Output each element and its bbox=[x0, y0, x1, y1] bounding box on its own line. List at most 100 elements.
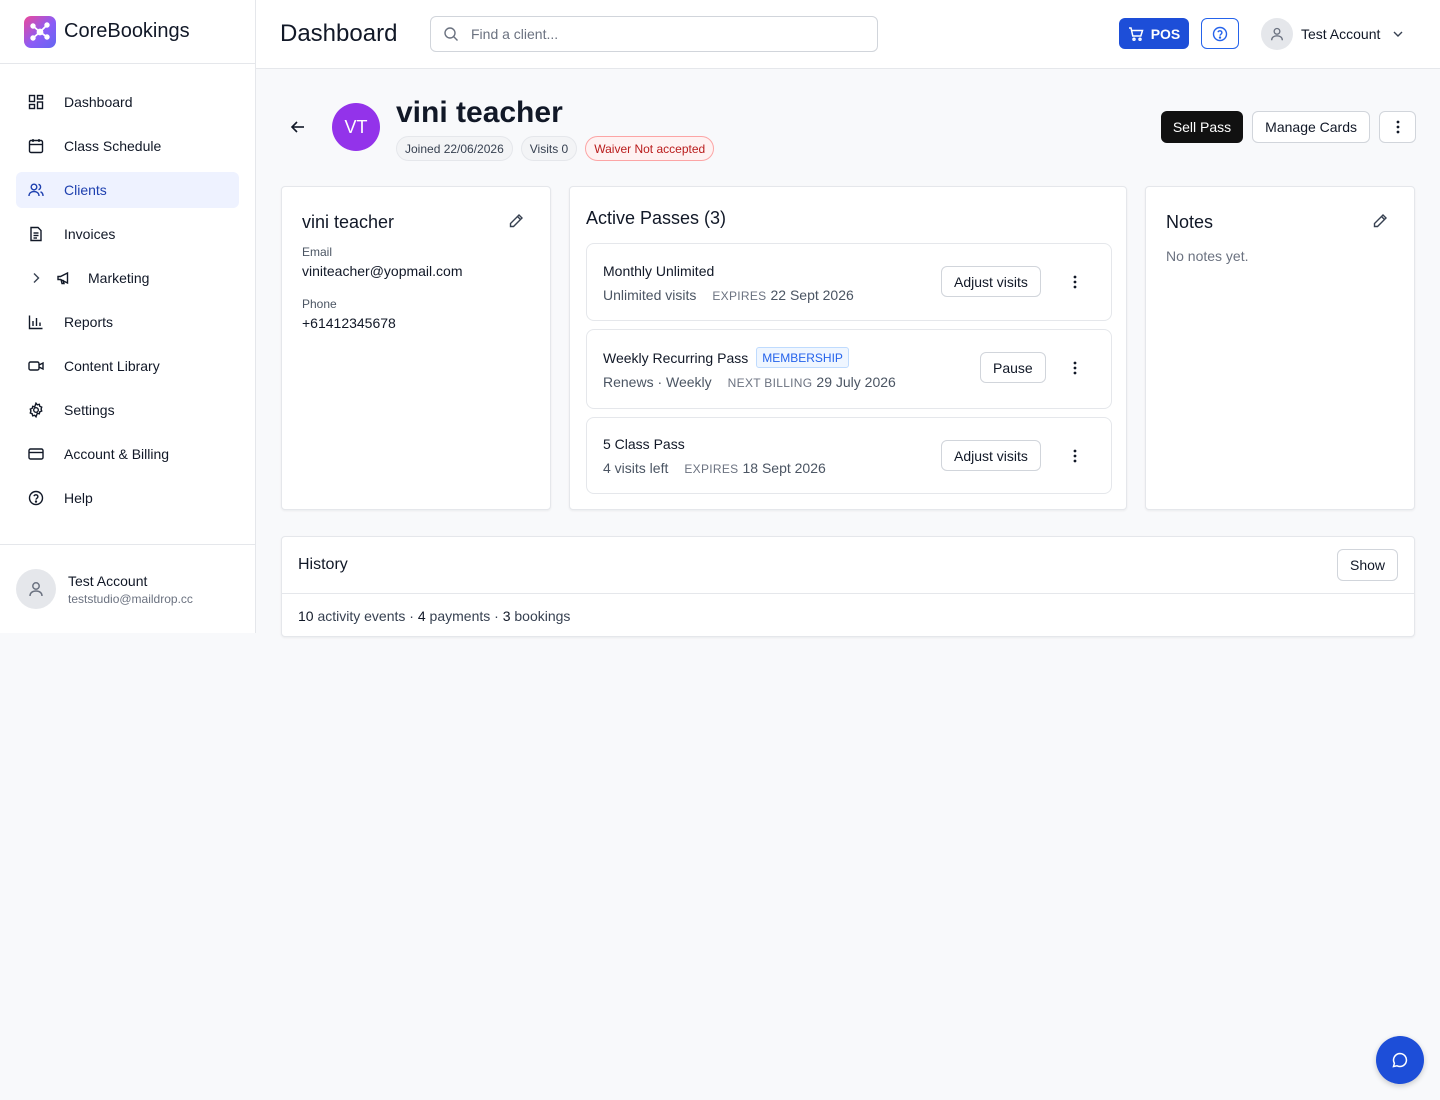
pass-name: 5 Class Pass bbox=[603, 436, 685, 452]
sidebar-item-reports[interactable]: Reports bbox=[16, 304, 239, 340]
chevron-down-icon bbox=[1392, 28, 1404, 40]
back-arrow-icon[interactable] bbox=[289, 118, 307, 136]
sidebar-item-dashboard[interactable]: Dashboard bbox=[16, 84, 239, 120]
waiver-badge: Waiver Not accepted bbox=[585, 136, 715, 161]
avatar bbox=[16, 569, 56, 609]
sidebar-nav: Dashboard Class Schedule Clients Invoice… bbox=[0, 64, 255, 516]
phone-value: +61412345678 bbox=[302, 315, 396, 331]
kebab-icon[interactable] bbox=[1071, 274, 1079, 290]
pass-item: 5 Class Pass 4 visits left EXPIRES 18 Sep… bbox=[586, 417, 1112, 494]
sidebar-item-label: Account & Billing bbox=[64, 446, 170, 462]
pass-details: Renews · Weekly NEXT BILLING 29 July 2026 bbox=[603, 374, 896, 390]
help-circle-icon bbox=[1212, 26, 1228, 41]
pass-details: 4 visits left EXPIRES 18 Sept 2026 bbox=[603, 460, 826, 476]
dashboard-icon bbox=[28, 94, 44, 110]
sidebar-item-label: Help bbox=[64, 490, 93, 506]
sidebar-user-email: teststudio@maildrop.cc bbox=[68, 591, 193, 606]
sidebar-item-invoices[interactable]: Invoices bbox=[16, 216, 239, 252]
sidebar-item-clients[interactable]: Clients bbox=[16, 172, 239, 208]
active-passes-card: Active Passes (3) Monthly Unlimited Unli… bbox=[569, 186, 1127, 510]
pass-item: Weekly Recurring Pass MEMBERSHIP Renews ·… bbox=[586, 329, 1112, 409]
cart-icon bbox=[1128, 26, 1144, 41]
sidebar-item-label: Clients bbox=[64, 182, 107, 198]
chat-button[interactable] bbox=[1376, 1036, 1424, 1084]
sidebar-item-label: Dashboard bbox=[64, 94, 133, 110]
sidebar-item-class-schedule[interactable]: Class Schedule bbox=[16, 128, 239, 164]
chevron-right-icon[interactable] bbox=[28, 272, 44, 284]
gear-icon bbox=[28, 402, 44, 418]
brand[interactable]: CoreBookings bbox=[0, 0, 255, 64]
pause-button[interactable]: Pause bbox=[980, 352, 1046, 383]
account-menu[interactable]: Test Account bbox=[1261, 18, 1404, 50]
users-icon bbox=[28, 182, 44, 198]
pass-details: Unlimited visits EXPIRES 22 Sept 2026 bbox=[603, 287, 854, 303]
sidebar-item-label: Invoices bbox=[64, 226, 116, 242]
client-badges: Joined 22/06/2026 Visits 0 Waiver Not ac… bbox=[396, 136, 715, 161]
active-passes-title: Active Passes (3) bbox=[586, 208, 727, 228]
user-icon bbox=[29, 582, 43, 597]
notes-empty-text: No notes yet. bbox=[1166, 248, 1249, 264]
sidebar-user[interactable]: Test Account teststudio@maildrop.cc bbox=[0, 544, 255, 633]
notes-title: Notes bbox=[1166, 212, 1214, 232]
pos-label: POS bbox=[1150, 25, 1181, 42]
kebab-icon[interactable] bbox=[1071, 448, 1079, 464]
kebab-icon bbox=[1396, 120, 1399, 134]
chat-bubble-icon bbox=[1392, 1052, 1408, 1068]
top-header: Dashboard Find a client... POS Test Acco… bbox=[256, 0, 1440, 69]
email-label: Email bbox=[302, 245, 333, 259]
show-history-button[interactable]: Show bbox=[1337, 549, 1398, 581]
search-input[interactable]: Find a client... bbox=[430, 16, 878, 52]
adjust-visits-button[interactable]: Adjust visits bbox=[941, 266, 1041, 297]
user-icon bbox=[1271, 27, 1283, 41]
pass-name: Monthly Unlimited bbox=[603, 263, 715, 279]
history-stats: 10 activity events · 4 payments · 3 book… bbox=[298, 608, 571, 624]
client-info-name: vini teacher bbox=[302, 212, 395, 232]
brand-name: CoreBookings bbox=[64, 20, 190, 42]
edit-pencil-icon[interactable] bbox=[508, 213, 524, 234]
megaphone-icon bbox=[56, 270, 72, 286]
pos-button[interactable]: POS bbox=[1119, 18, 1189, 49]
manage-cards-button[interactable]: Manage Cards bbox=[1252, 111, 1370, 143]
credit-card-icon bbox=[28, 446, 44, 462]
video-icon bbox=[28, 358, 44, 374]
adjust-visits-button[interactable]: Adjust visits bbox=[941, 440, 1041, 471]
calendar-icon bbox=[28, 138, 44, 154]
more-actions-button[interactable] bbox=[1379, 111, 1416, 143]
visits-badge: Visits 0 bbox=[520, 136, 578, 161]
sidebar-item-settings[interactable]: Settings bbox=[16, 392, 239, 428]
client-avatar: VT bbox=[332, 103, 380, 151]
notes-card: Notes No notes yet. bbox=[1145, 186, 1415, 510]
help-circle-icon bbox=[28, 490, 44, 506]
kebab-icon[interactable] bbox=[1071, 360, 1079, 376]
sidebar-item-label: Class Schedule bbox=[64, 138, 162, 154]
client-actions: Sell Pass Manage Cards bbox=[1160, 111, 1416, 143]
sidebar-item-marketing[interactable]: Marketing bbox=[16, 260, 239, 296]
sidebar-item-account-billing[interactable]: Account & Billing bbox=[16, 436, 239, 472]
phone-label: Phone bbox=[302, 297, 337, 311]
page-title: Dashboard bbox=[280, 20, 398, 47]
history-title: History bbox=[298, 556, 348, 573]
divider bbox=[282, 593, 1414, 594]
client-name-heading: vini teacher bbox=[396, 96, 563, 129]
help-button[interactable] bbox=[1201, 18, 1239, 49]
pass-item: Monthly Unlimited Unlimited visits EXPIR… bbox=[586, 243, 1112, 321]
pass-name: Weekly Recurring Pass MEMBERSHIP bbox=[603, 347, 849, 368]
search-placeholder: Find a client... bbox=[471, 26, 559, 42]
document-icon bbox=[28, 226, 44, 242]
brand-logo-icon bbox=[24, 15, 56, 48]
sidebar-item-label: Reports bbox=[64, 314, 114, 330]
bar-chart-icon bbox=[28, 314, 44, 330]
membership-tag: MEMBERSHIP bbox=[756, 347, 849, 368]
sidebar: CoreBookings Dashboard Class Schedule Cl… bbox=[0, 0, 256, 633]
sell-pass-button[interactable]: Sell Pass bbox=[1160, 111, 1244, 143]
sidebar-item-help[interactable]: Help bbox=[16, 480, 239, 516]
client-info-card: vini teacher Email viniteacher@yopmail.c… bbox=[281, 186, 551, 510]
edit-pencil-icon[interactable] bbox=[1372, 213, 1388, 234]
sidebar-item-label: Settings bbox=[64, 402, 115, 418]
avatar bbox=[1261, 18, 1293, 50]
sidebar-item-content-library[interactable]: Content Library bbox=[16, 348, 239, 384]
sidebar-item-label: Content Library bbox=[64, 358, 160, 374]
account-name: Test Account bbox=[1301, 26, 1381, 42]
joined-badge: Joined 22/06/2026 bbox=[396, 136, 513, 161]
sidebar-user-name: Test Account bbox=[68, 572, 148, 589]
